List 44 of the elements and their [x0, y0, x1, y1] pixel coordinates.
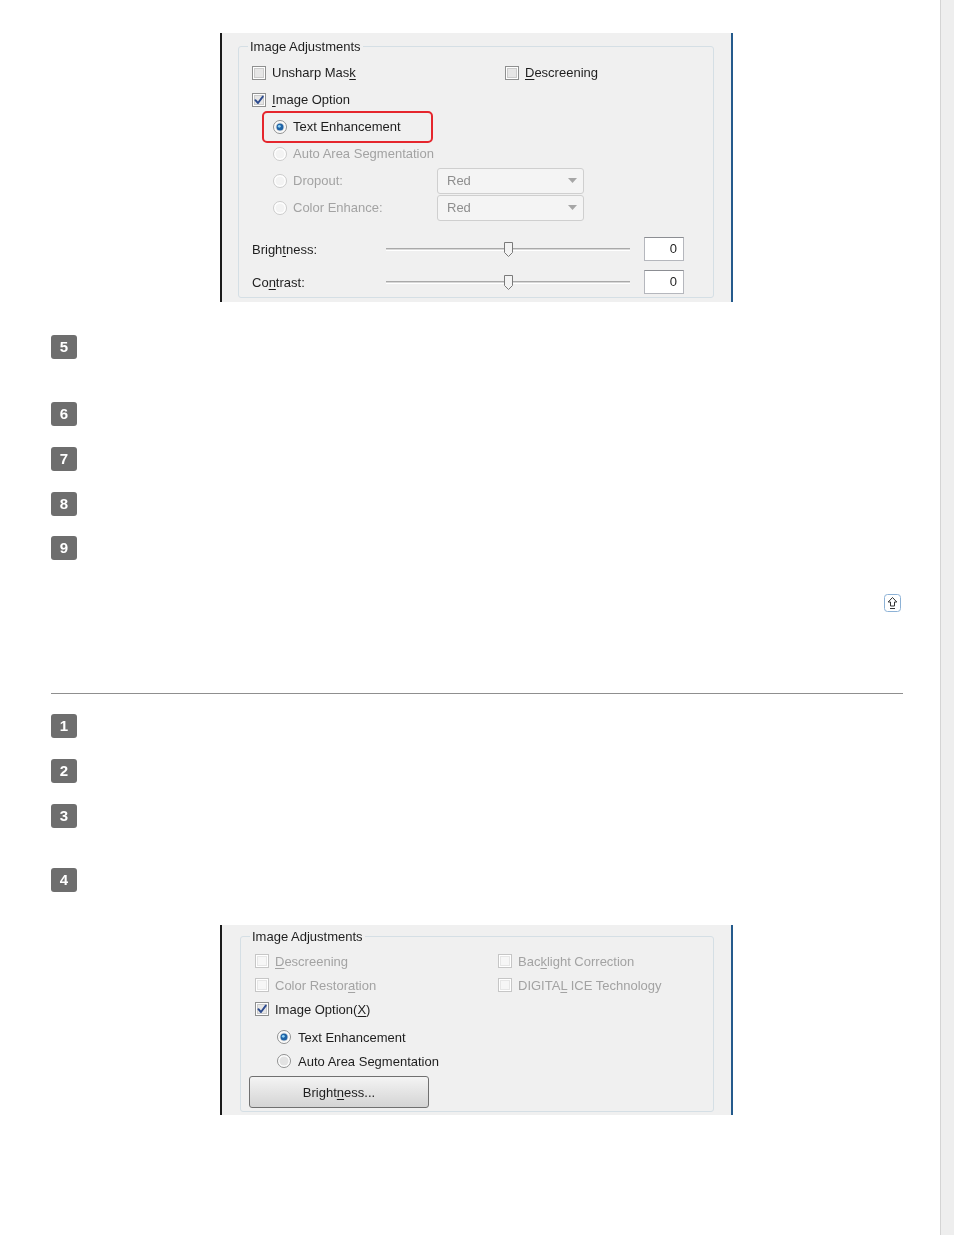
radio-button[interactable]: [277, 1030, 291, 1044]
step-number: 7: [51, 447, 77, 471]
checkbox-label: Backlight Correction: [518, 953, 635, 969]
checkbox[interactable]: [255, 1002, 269, 1016]
radio-label: Text Enhancement: [293, 119, 401, 134]
checkbox-label: Image Option: [272, 92, 351, 107]
slider-label: Brightness:: [252, 241, 319, 257]
step-number: 3: [51, 804, 77, 828]
step-number: 6: [51, 402, 77, 426]
slider-track[interactable]: [386, 274, 630, 290]
value-field[interactable]: 0: [644, 270, 684, 294]
checkbox-label: Unsharp Mask: [272, 65, 356, 80]
scrollbar[interactable]: [940, 0, 954, 1235]
checkbox[interactable]: [505, 65, 519, 80]
group-title: Image Adjustments: [249, 39, 362, 54]
checkbox-label: Descreening: [275, 953, 348, 969]
step-number: 4: [51, 868, 77, 892]
radio-button[interactable]: [277, 1054, 291, 1068]
radio-label: Auto Area Segmentation: [298, 1053, 439, 1069]
step-number: 9: [51, 536, 77, 560]
brightness-button[interactable]: Brightness...: [249, 1076, 429, 1108]
radio-label: Auto Area Segmentation: [293, 146, 434, 161]
slider-thumb[interactable]: [503, 274, 513, 290]
radio-label: Dropout:: [293, 173, 343, 188]
checkbox[interactable]: [252, 65, 266, 80]
slider-track[interactable]: [386, 241, 630, 257]
slider-label: Contrast:: [252, 274, 306, 290]
caret-icon: [568, 178, 577, 183]
caret-icon: [568, 205, 577, 210]
checkbox-label: Descreening: [525, 65, 598, 80]
step-number: 1: [51, 714, 77, 738]
radio-label: Text Enhancement: [298, 1029, 406, 1045]
radio-label: Color Enhance:: [293, 200, 383, 215]
checkbox-label: DIGITAL ICE Technology: [518, 977, 662, 993]
checkbox[interactable]: [252, 92, 266, 107]
group-title: Image Adjustments: [251, 929, 364, 944]
slider-thumb[interactable]: [503, 241, 513, 257]
step-number: 5: [51, 335, 77, 359]
step-number: 8: [51, 492, 77, 516]
checkbox-label: Image Option(X): [275, 1001, 371, 1017]
radio-button[interactable]: [273, 119, 287, 134]
step-number: 2: [51, 759, 77, 783]
checkbox-label: Color Restoration: [275, 977, 377, 993]
value-field[interactable]: 0: [644, 237, 684, 261]
